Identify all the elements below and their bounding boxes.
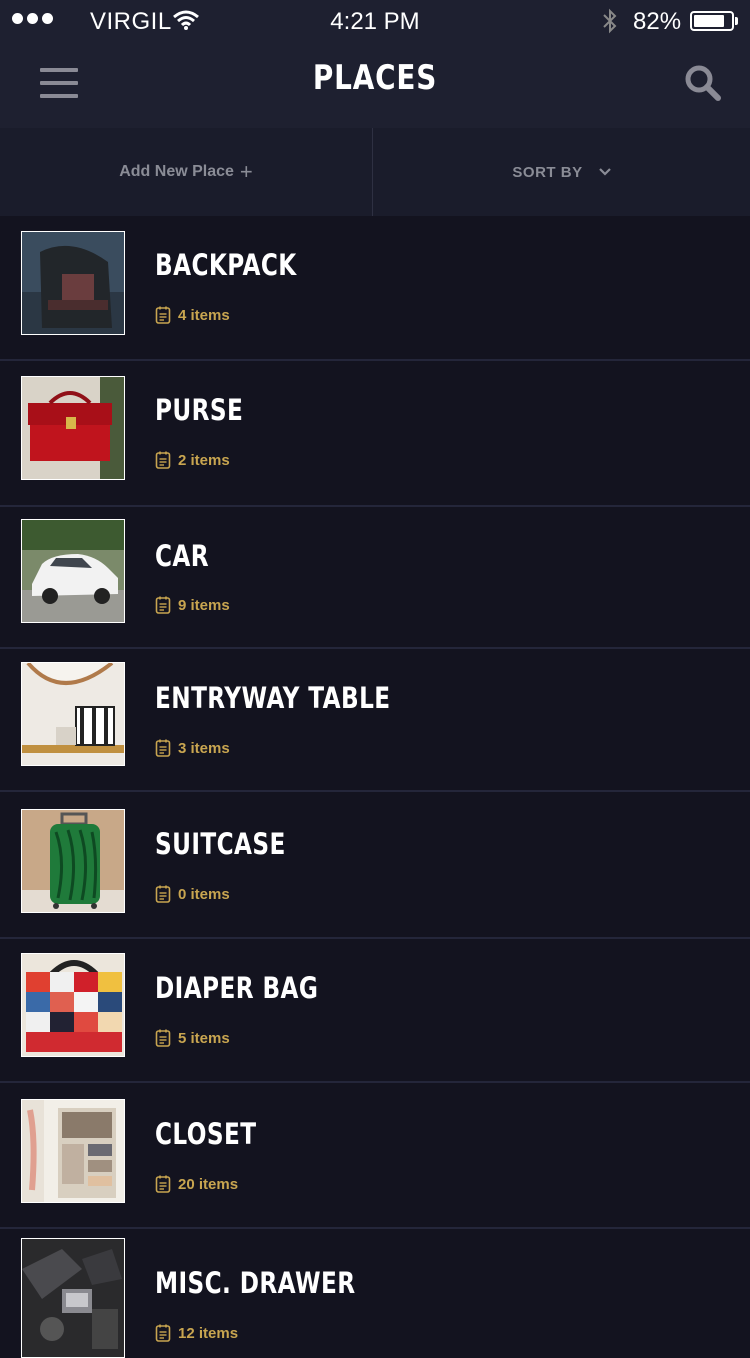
notepad-icon: [155, 1175, 171, 1193]
place-row-car[interactable]: CAR 9 items: [0, 507, 750, 649]
notepad-icon: [155, 885, 171, 903]
item-count: 4 items: [155, 306, 230, 324]
page-title: PLACES: [312, 58, 438, 98]
notepad-icon: [155, 1324, 171, 1342]
misc-drawer-thumbnail: [21, 1238, 125, 1358]
item-count: 3 items: [155, 739, 230, 757]
battery-icon: [690, 11, 734, 31]
backpack-thumbnail: [21, 231, 125, 335]
item-count: 2 items: [155, 451, 230, 469]
bluetooth-icon: [603, 8, 617, 34]
item-count: 20 items: [155, 1175, 238, 1193]
notepad-icon: [155, 739, 171, 757]
item-count: 0 items: [155, 885, 230, 903]
item-count: 9 items: [155, 596, 230, 614]
entryway-table-thumbnail: [21, 662, 125, 766]
place-name: PURSE: [155, 393, 244, 427]
item-count-label: 20 items: [178, 1175, 239, 1193]
place-row-purse[interactable]: PURSE 2 items: [0, 361, 750, 507]
notepad-icon: [155, 1029, 171, 1047]
item-count-label: 4 items: [178, 306, 230, 324]
place-name: MISC. DRAWER: [155, 1266, 356, 1300]
sort-by-button[interactable]: SORT BY: [373, 128, 750, 216]
item-count-label: 5 items: [178, 1029, 230, 1047]
closet-thumbnail: [21, 1099, 125, 1203]
item-count: 12 items: [155, 1324, 238, 1342]
item-count-label: 2 items: [178, 451, 230, 469]
diaper-bag-thumbnail: [21, 953, 125, 1057]
item-count: 5 items: [155, 1029, 230, 1047]
place-name: DIAPER BAG: [155, 971, 319, 1005]
notepad-icon: [155, 596, 171, 614]
place-name: SUITCASE: [155, 827, 286, 861]
search-icon[interactable]: [684, 64, 722, 102]
place-name: CLOSET: [155, 1117, 257, 1151]
notepad-icon: [155, 306, 171, 324]
battery-tip: [735, 17, 738, 25]
place-row-misc-drawer[interactable]: MISC. DRAWER 12 items: [0, 1229, 750, 1358]
nav-bar: PLACES: [0, 44, 750, 128]
chevron-down-icon: [598, 168, 611, 176]
place-row-backpack[interactable]: BACKPACK 4 items: [0, 216, 750, 361]
add-new-place-button[interactable]: Add New Place +: [0, 128, 372, 216]
sort-by-label: SORT BY: [512, 163, 583, 181]
place-name: ENTRYWAY TABLE: [155, 681, 391, 715]
battery-percent: 82%: [633, 8, 682, 35]
item-count-label: 0 items: [178, 885, 230, 903]
car-thumbnail: [21, 519, 125, 623]
place-row-diaper-bag[interactable]: DIAPER BAG 5 items: [0, 939, 750, 1083]
place-row-closet[interactable]: CLOSET 20 items: [0, 1083, 750, 1229]
place-row-entryway-table[interactable]: ENTRYWAY TABLE 3 items: [0, 649, 750, 792]
item-count-label: 12 items: [178, 1324, 239, 1342]
suitcase-thumbnail: [21, 809, 125, 913]
item-count-label: 9 items: [178, 596, 230, 614]
place-row-suitcase[interactable]: SUITCASE 0 items: [0, 792, 750, 939]
add-new-place-label: Add New Place: [119, 163, 234, 180]
place-name: CAR: [155, 539, 210, 573]
notepad-icon: [155, 451, 171, 469]
places-list: BACKPACK 4 items PURSE 2 items CAR 9 ite…: [0, 216, 750, 1358]
place-name: BACKPACK: [155, 248, 297, 282]
action-bar: Add New Place + SORT BY: [0, 128, 750, 216]
status-bar: VIRGIL 4:21 PM 82%: [0, 0, 750, 44]
item-count-label: 3 items: [178, 739, 230, 757]
plus-icon: +: [239, 159, 253, 184]
purse-thumbnail: [21, 376, 125, 480]
